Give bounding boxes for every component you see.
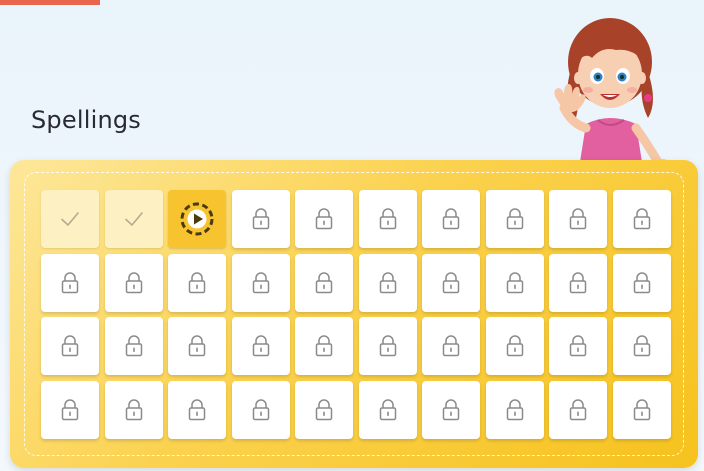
lock-icon: [124, 271, 144, 295]
lock-icon: [505, 271, 525, 295]
check-icon: [122, 207, 146, 231]
lock-icon: [251, 398, 271, 422]
level-tile-1[interactable]: [41, 190, 99, 248]
level-tile-22[interactable]: [104, 317, 163, 375]
page-title: Spellings: [31, 106, 141, 134]
play-icon: [177, 199, 217, 239]
level-tile-20[interactable]: [612, 253, 671, 312]
level-tile-5[interactable]: [295, 190, 353, 248]
lock-icon: [187, 398, 207, 422]
levels-board: [10, 160, 698, 468]
level-tile-19[interactable]: [549, 253, 607, 312]
level-tile-24[interactable]: [231, 317, 290, 375]
level-tile-2[interactable]: [104, 190, 163, 248]
level-tile-15[interactable]: [295, 253, 353, 312]
level-tile-40[interactable]: [612, 380, 671, 439]
level-tile-9[interactable]: [549, 190, 607, 248]
level-tile-10[interactable]: [612, 190, 671, 248]
level-tile-6[interactable]: [358, 190, 417, 248]
girl-mascot-illustration: [554, 18, 670, 169]
lock-icon: [568, 271, 588, 295]
lock-icon: [378, 271, 398, 295]
lock-icon: [378, 334, 398, 358]
lock-icon: [378, 207, 398, 231]
level-tile-27[interactable]: [422, 317, 480, 375]
level-tile-17[interactable]: [422, 253, 480, 312]
level-tile-3[interactable]: [168, 190, 226, 248]
level-tile-37[interactable]: [422, 380, 480, 439]
lock-icon: [505, 207, 525, 231]
level-tile-36[interactable]: [358, 380, 417, 439]
level-tile-26[interactable]: [358, 317, 417, 375]
level-tile-39[interactable]: [549, 380, 607, 439]
lock-icon: [251, 334, 271, 358]
level-tile-33[interactable]: [168, 380, 226, 439]
check-icon: [58, 207, 82, 231]
lock-icon: [568, 207, 588, 231]
lock-icon: [568, 398, 588, 422]
level-tile-29[interactable]: [549, 317, 607, 375]
lock-icon: [441, 334, 461, 358]
lock-icon: [60, 398, 80, 422]
lock-icon: [505, 398, 525, 422]
level-tile-21[interactable]: [41, 317, 99, 375]
lock-icon: [632, 398, 652, 422]
lock-icon: [124, 334, 144, 358]
lock-icon: [251, 271, 271, 295]
lock-icon: [314, 271, 334, 295]
lock-icon: [632, 334, 652, 358]
level-tile-38[interactable]: [485, 380, 544, 439]
lock-icon: [441, 207, 461, 231]
lock-icon: [314, 334, 334, 358]
level-tile-12[interactable]: [104, 253, 163, 312]
level-tile-35[interactable]: [295, 380, 353, 439]
lock-icon: [314, 207, 334, 231]
lock-icon: [441, 271, 461, 295]
level-tile-34[interactable]: [231, 380, 290, 439]
level-tile-8[interactable]: [485, 190, 544, 248]
level-tile-28[interactable]: [485, 317, 544, 375]
level-tile-23[interactable]: [168, 317, 226, 375]
lock-icon: [251, 207, 271, 231]
lock-icon: [632, 207, 652, 231]
lock-icon: [568, 334, 588, 358]
lock-icon: [60, 271, 80, 295]
lock-icon: [505, 334, 525, 358]
lock-icon: [60, 334, 80, 358]
level-tile-16[interactable]: [358, 253, 417, 312]
corner-accent: [0, 0, 100, 5]
level-tile-25[interactable]: [295, 317, 353, 375]
lock-icon: [441, 398, 461, 422]
lock-icon: [124, 398, 144, 422]
level-tile-30[interactable]: [612, 317, 671, 375]
level-tile-18[interactable]: [485, 253, 544, 312]
level-tile-4[interactable]: [231, 190, 290, 248]
lock-icon: [314, 398, 334, 422]
level-tile-14[interactable]: [231, 253, 290, 312]
lock-icon: [378, 398, 398, 422]
level-tile-13[interactable]: [168, 253, 226, 312]
level-tile-32[interactable]: [104, 380, 163, 439]
levels-grid: [41, 190, 671, 439]
level-tile-11[interactable]: [41, 253, 99, 312]
level-tile-7[interactable]: [422, 190, 480, 248]
lock-icon: [187, 271, 207, 295]
level-tile-31[interactable]: [41, 380, 99, 439]
lock-icon: [187, 334, 207, 358]
lock-icon: [632, 271, 652, 295]
